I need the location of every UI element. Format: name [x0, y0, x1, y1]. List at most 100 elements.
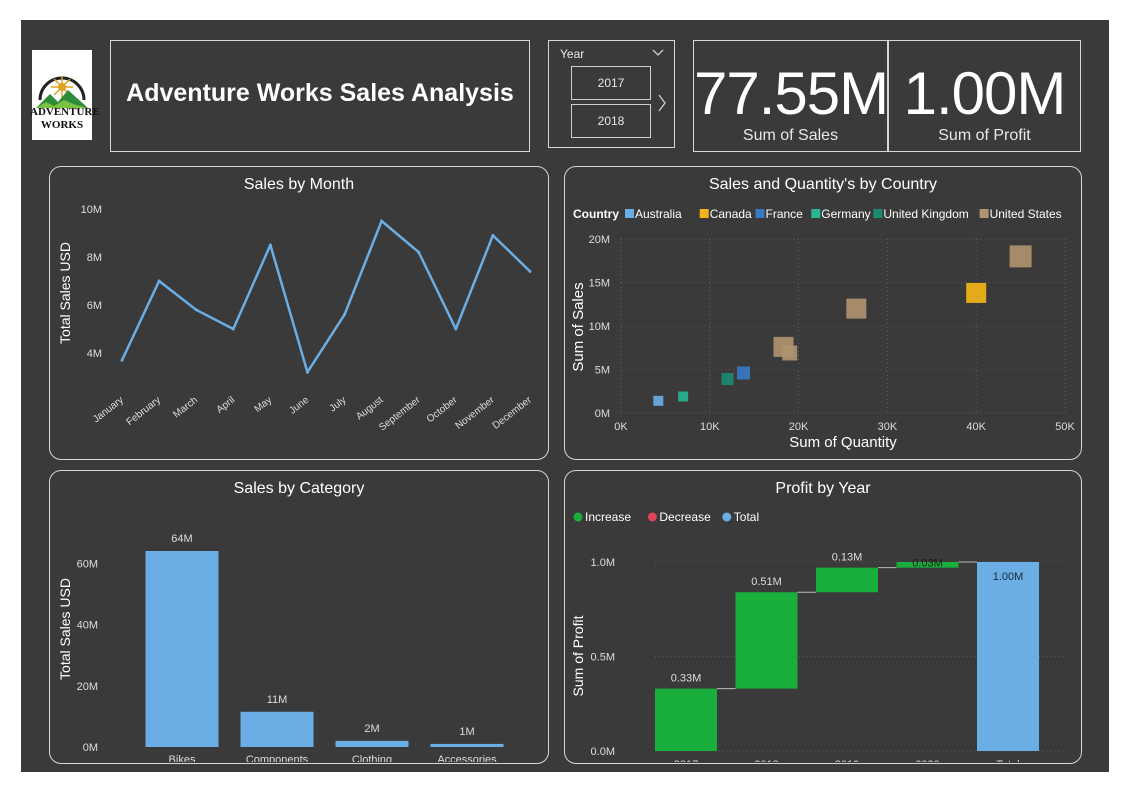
data-point — [343, 313, 347, 317]
y-tick-label: 8M — [87, 252, 102, 264]
x-tick-label: Bikes — [169, 754, 196, 762]
scatter-point — [846, 298, 867, 319]
legend-marker — [573, 512, 583, 522]
profit-by-year-chart: Profit by Year Increase Decrease Total Sum o… — [570, 480, 1065, 771]
profit-by-year-panel: Profit by Year Increase Decrease Total Sum o… — [564, 470, 1082, 771]
y-tick-label: 60M — [77, 558, 98, 570]
x-tick-label: June — [287, 394, 311, 416]
data-label: 11M — [267, 694, 288, 706]
kpi-profit-card: 1.00M Sum of Profit — [888, 40, 1081, 152]
scatter-point — [1009, 245, 1032, 268]
y-tick-label: 15M — [589, 278, 610, 290]
data-point — [417, 250, 421, 254]
x-tick-label: November — [454, 394, 498, 431]
x-tick-label: December — [491, 394, 535, 431]
data-point — [194, 308, 198, 312]
dashboard-canvas: ADVENTURE WORKS Adventure Works Sales An… — [21, 20, 1109, 772]
scatter-point — [737, 366, 751, 380]
data-point — [528, 269, 532, 273]
x-tick-label: October — [425, 394, 460, 425]
logo-text-line1: ADVENTURE — [30, 106, 100, 118]
x-tick-label: 2020 — [915, 759, 939, 762]
data-point — [120, 358, 124, 362]
slicer-label: Year — [560, 47, 585, 61]
data-point — [380, 219, 384, 223]
sales-line — [120, 219, 531, 374]
x-tick-label: April — [215, 395, 238, 416]
sales-by-month-chart: Sales by Month Total Sales USD 4M 6M 8M 10M Ja… — [57, 176, 535, 433]
x-tick-label: July — [328, 395, 349, 415]
data-label: 0.13M — [832, 552, 863, 564]
x-tick-label: March — [171, 395, 200, 421]
data-label: 64M — [171, 533, 192, 545]
x-tick-label: 10K — [700, 421, 720, 433]
bar — [145, 551, 219, 747]
chart-title: Sales by Month — [244, 176, 354, 193]
data-label: 2M — [364, 723, 379, 735]
legend-item: Increase — [585, 510, 631, 524]
legend-marker — [647, 512, 657, 522]
chevron-down-icon[interactable] — [652, 49, 664, 57]
x-tick-label: Total — [996, 759, 1019, 762]
x-tick-label: 2019 — [835, 759, 859, 762]
kpi-profit-value: 1.00M — [903, 60, 1067, 127]
year-slicer[interactable]: Year 2017 2018 — [548, 40, 675, 148]
x-tick-label: 0K — [614, 421, 628, 433]
scatter-point — [653, 395, 664, 406]
data-point — [491, 233, 495, 237]
bar — [240, 711, 314, 747]
x-tick-label: Clothing — [352, 754, 392, 762]
legend-item: Canada — [710, 207, 752, 221]
y-tick-label: 6M — [87, 300, 102, 312]
slicer-item-2017[interactable]: 2017 — [571, 66, 651, 100]
x-tick-label: Components — [246, 754, 309, 762]
y-tick-label: 0.0M — [591, 746, 615, 758]
y-tick-label: 40M — [77, 620, 98, 632]
sales-by-category-panel: Sales by Category Total Sales USD 0M 20M 40M… — [49, 470, 549, 766]
chevron-right-icon[interactable] — [657, 94, 667, 112]
y-tick-label: 5M — [595, 365, 610, 377]
x-tick-label: 2017 — [674, 759, 698, 762]
scatter-point — [721, 373, 734, 386]
legend-swatch — [811, 209, 821, 218]
kpi-sales-label: Sum of Sales — [742, 127, 839, 144]
y-tick-label: 20M — [77, 681, 98, 693]
legend-item: France — [766, 207, 804, 221]
sales-quantity-by-country-chart: Sales and Quantity's by Country Country Au… — [570, 176, 1075, 451]
bar — [335, 740, 409, 747]
data-point — [454, 327, 458, 331]
y-axis-label: Total Sales USD — [57, 242, 73, 344]
chart-title: Sales and Quantity's by Country — [709, 176, 937, 193]
sales-by-country-panel: Sales and Quantity's by Country Country Au… — [564, 166, 1082, 460]
sales-by-month-panel: Sales by Month Total Sales USD 4M 6M 8M 10M Ja… — [49, 166, 549, 460]
x-tick-label: January — [91, 395, 126, 426]
x-tick-label: 50K — [1055, 421, 1075, 433]
kpi-sales-card: 77.55M Sum of Sales — [693, 40, 889, 152]
legend-swatch — [625, 209, 634, 218]
x-tick-label: February — [125, 395, 163, 428]
sales-by-category-chart: Sales by Category Total Sales USD 0M 20M 40M… — [57, 480, 504, 766]
x-tick-label: 2018 — [754, 759, 778, 762]
data-point — [305, 370, 309, 374]
legend-title: Country — [573, 207, 619, 221]
bar — [430, 743, 504, 747]
x-tick-label: 20K — [789, 421, 809, 433]
legend-marker — [722, 512, 732, 522]
x-tick-label: 40K — [966, 421, 986, 433]
y-tick-label: 20M — [589, 234, 610, 246]
y-tick-label: 1.0M — [591, 557, 615, 569]
y-tick-label: 0M — [595, 408, 610, 420]
page-title: Adventure Works Sales Analysis — [126, 79, 514, 107]
x-tick-label: Accessories — [437, 754, 497, 762]
y-axis-label: Sum of Sales — [570, 282, 587, 371]
chart-title: Sales by Category — [234, 480, 365, 497]
slicer-item-2018[interactable]: 2018 — [571, 104, 651, 138]
x-tick-label: August — [354, 395, 385, 423]
waterfall-bar — [655, 688, 717, 751]
x-tick-label: 30K — [878, 421, 898, 433]
chart-title: Profit by Year — [775, 480, 871, 497]
x-tick-label: May — [253, 395, 275, 415]
y-tick-label: 0.5M — [591, 652, 615, 664]
data-point — [231, 327, 235, 331]
legend-swatch — [873, 209, 883, 218]
